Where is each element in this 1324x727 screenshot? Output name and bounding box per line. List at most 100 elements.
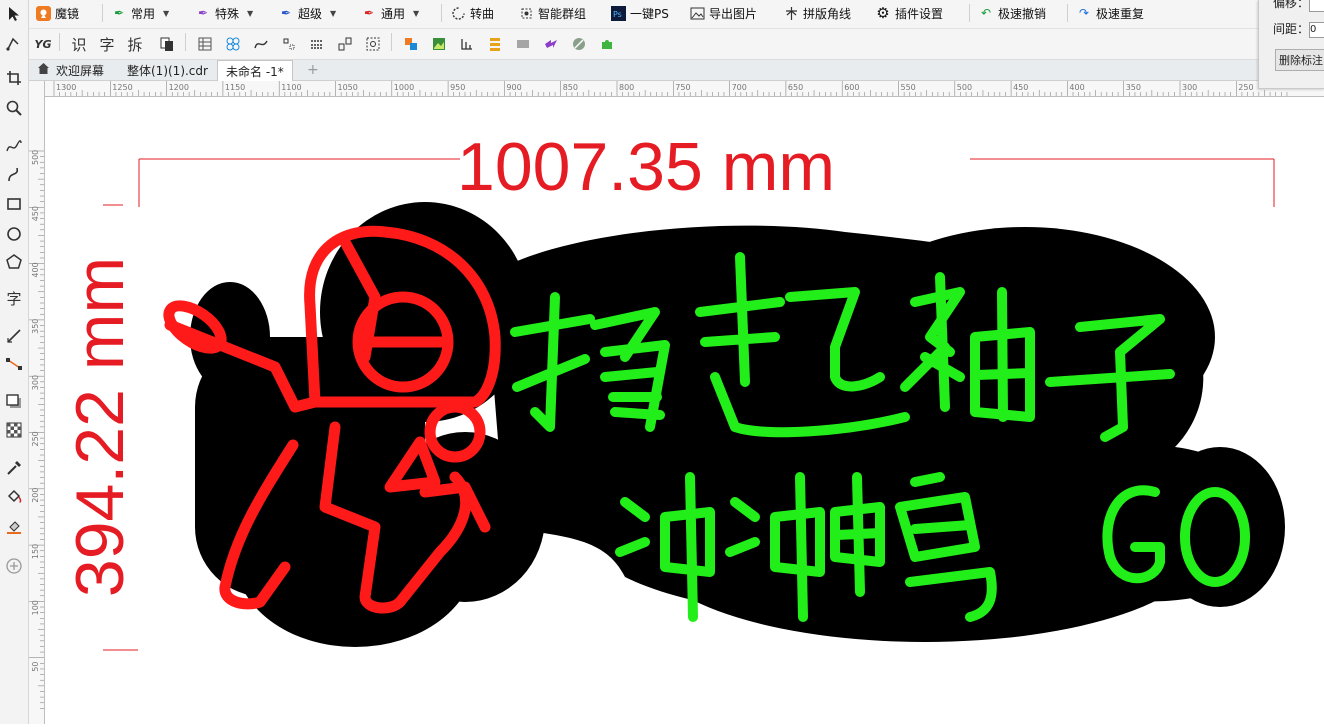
ruler-label: 400 (1069, 83, 1084, 92)
ruler-label: 950 (450, 83, 465, 92)
dimension-tool-icon[interactable] (2, 324, 26, 348)
crop-marks-icon (783, 5, 799, 21)
toolbox: 字 (0, 0, 29, 724)
ruler-label: 650 (788, 83, 803, 92)
pen-icon: ✒ (280, 6, 292, 20)
ruler-label: 300 (1182, 83, 1197, 92)
gear-icon: ⚙ (876, 4, 890, 22)
text-tool-icon[interactable]: 字 (2, 286, 26, 310)
shadow-tool-icon[interactable] (2, 390, 26, 414)
ruler-label: 1300 (56, 83, 76, 92)
vertical-ruler[interactable]: 500 450 400 350 300 250 200 150 100 50 (29, 81, 45, 724)
toolbar-divider (969, 4, 970, 22)
zoom-tool-icon[interactable] (2, 96, 26, 120)
width-icon[interactable] (457, 34, 477, 54)
fast-redo-button[interactable]: ↷ 极速重复 (1076, 0, 1144, 26)
undo-icon: ↶ (980, 6, 992, 20)
height-dimension-label: 394.22 mm (62, 257, 138, 597)
vertical-ruler-ticks: 500 450 400 350 300 250 200 150 100 50 (29, 150, 44, 709)
pick-tool-icon[interactable] (2, 2, 26, 26)
mojing-button[interactable]: 魔镜 (35, 0, 79, 26)
pattern-icon[interactable] (223, 34, 243, 54)
offset-input[interactable] (1309, 0, 1324, 12)
width-dimension-label: 1007.35 mm (457, 129, 835, 205)
ruler-label: 350 (1126, 83, 1141, 92)
chaoji-menu[interactable]: ✒ 超级 ▼ (278, 0, 336, 26)
spacing-row: 间距：0 (1273, 20, 1324, 38)
smart-fill-tool-icon[interactable] (2, 514, 26, 538)
crop-tool-icon[interactable] (2, 66, 26, 90)
bolt-icon[interactable] (541, 34, 561, 54)
sphere-icon[interactable] (569, 34, 589, 54)
freehand-tool-icon[interactable] (2, 134, 26, 158)
chevron-down-icon: ▼ (247, 8, 254, 18)
redo-icon: ↷ (1078, 6, 1090, 20)
drawing-canvas[interactable]: 1007.35 mm 394.22 mm (45, 97, 1324, 724)
ellipse-tool-icon[interactable] (2, 222, 26, 246)
layers-icon[interactable] (485, 34, 505, 54)
color-swap-icon[interactable] (401, 34, 421, 54)
font-button[interactable]: 字 (97, 34, 117, 54)
ruler-label: 200 (31, 488, 40, 503)
barcode-icon[interactable] (513, 34, 533, 54)
ruler-label: 250 (1238, 83, 1253, 92)
export-image-button[interactable]: 导出图片 (689, 0, 757, 26)
rectangle-tool-icon[interactable] (2, 192, 26, 216)
ruler-label: 450 (31, 206, 40, 221)
crop-marks-button[interactable]: 拼版角线 (783, 0, 851, 26)
tongyong-menu[interactable]: ✒ 通用 ▼ (361, 0, 419, 26)
ruler-label: 100 (31, 600, 40, 615)
new-tab-button[interactable]: + (299, 60, 327, 80)
align-icon[interactable] (279, 34, 299, 54)
plugin-settings-button[interactable]: ⚙ 插件设置 (875, 0, 943, 26)
ruler-label: 1150 (225, 83, 245, 92)
fast-undo-button[interactable]: ↶ 极速撤销 (978, 0, 1046, 26)
spacing-input[interactable]: 0 (1309, 21, 1324, 38)
tab-untitled[interactable]: 未命名 -1* (217, 60, 293, 81)
horizontal-ruler[interactable]: 1300 1250 1200 1150 1100 1050 1000 950 900 850 800… (44, 81, 1324, 97)
chevron-down-icon: ▼ (163, 8, 170, 18)
eyedropper-tool-icon[interactable] (2, 456, 26, 480)
shape-tool-icon[interactable] (2, 32, 26, 56)
document-tab-bar: 欢迎屏幕 整体(1)(1).cdr 未命名 -1* + (29, 60, 1324, 81)
teshu-menu[interactable]: ✒ 特殊 ▼ (195, 0, 253, 26)
connector-tool-icon[interactable] (2, 352, 26, 376)
one-click-ps-button[interactable]: Ps 一键PS (610, 0, 669, 26)
ruler-label: 350 (31, 319, 40, 334)
split-button[interactable]: 拆 (125, 34, 145, 54)
chevron-down-icon: ▼ (413, 8, 420, 18)
changyong-menu[interactable]: ✒ 常用 ▼ (111, 0, 169, 26)
toolbar-divider (391, 33, 392, 51)
bitmap-icon[interactable] (429, 34, 449, 54)
puzzle-icon[interactable] (597, 34, 617, 54)
ruler-label: 850 (563, 83, 578, 92)
tab-file-cdr[interactable]: 整体(1)(1).cdr (119, 60, 216, 80)
ruler-label: 750 (675, 83, 690, 92)
smart-group-button[interactable]: 智能群组 (518, 0, 586, 26)
add-tool-icon[interactable] (2, 554, 26, 578)
node-icon[interactable] (251, 34, 271, 54)
tab-welcome[interactable]: 欢迎屏幕 (29, 60, 112, 80)
distribute-icon[interactable] (335, 34, 355, 54)
yg-icon[interactable]: YG (33, 34, 53, 54)
ruler-label: 550 (901, 83, 916, 92)
ruler-label: 1200 (169, 83, 189, 92)
lines-icon[interactable] (307, 34, 327, 54)
offset-row: 偏移： (1273, 0, 1324, 12)
select-box-icon[interactable] (363, 34, 383, 54)
copy-icon[interactable] (157, 34, 177, 54)
transparency-tool-icon[interactable] (2, 418, 26, 442)
ruler-label: 250 (31, 431, 40, 446)
bezier-tool-icon[interactable] (2, 162, 26, 186)
table-icon[interactable] (195, 34, 215, 54)
ruler-label: 1100 (281, 83, 301, 92)
ruler-label: 50 (31, 662, 40, 672)
tool-toolbar: YG 识 字 拆 (29, 29, 1324, 60)
recognize-button[interactable]: 识 (69, 34, 89, 54)
polygon-tool-icon[interactable] (2, 250, 26, 274)
convert-curve-button[interactable]: 转曲 (450, 0, 494, 26)
fill-tool-icon[interactable] (2, 484, 26, 508)
photoshop-icon: Ps (610, 5, 626, 21)
ruler-label: 450 (1013, 83, 1028, 92)
delete-dimension-button[interactable]: 删除标注 (1275, 49, 1324, 71)
